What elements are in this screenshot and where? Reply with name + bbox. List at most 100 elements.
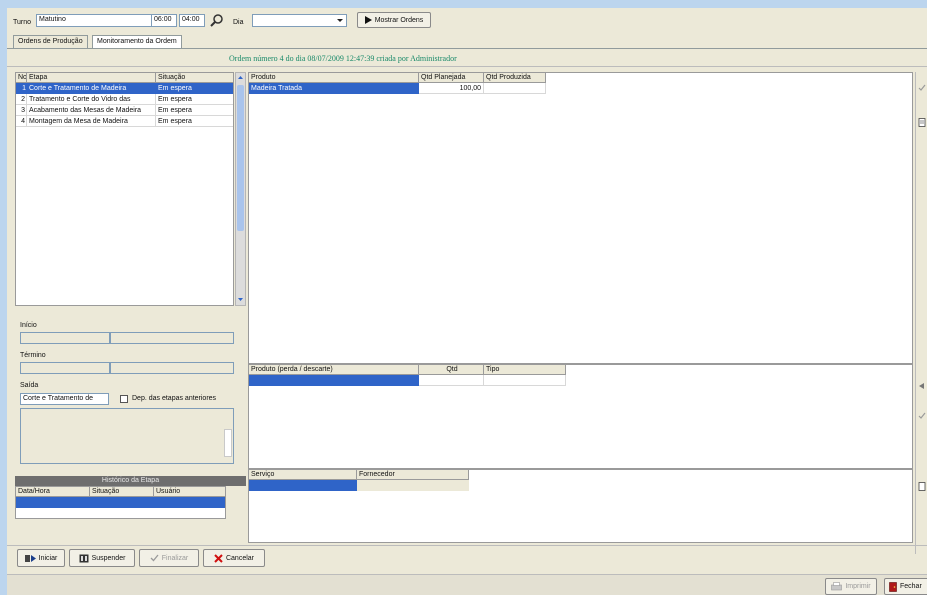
col-etapa[interactable]: Etapa xyxy=(27,73,156,83)
close-icon xyxy=(214,553,223,563)
imprimir-button[interactable]: Imprimir xyxy=(825,578,877,595)
col-qtd[interactable]: Qtd xyxy=(419,365,484,375)
col-produto-perda[interactable]: Produto (perda / descarte) xyxy=(249,365,419,375)
saida-field[interactable]: Corte e Tratamento de xyxy=(20,393,109,405)
start-icon xyxy=(24,554,36,563)
cell-no: 3 xyxy=(16,105,27,116)
title-divider xyxy=(7,66,927,67)
table-row[interactable] xyxy=(249,375,566,386)
table-row[interactable] xyxy=(249,480,469,491)
fechar-label: Fechar xyxy=(900,583,922,590)
mostrar-ordens-button[interactable]: Mostrar Ordens xyxy=(357,12,431,28)
check-icon[interactable] xyxy=(918,412,926,420)
cell-qtd xyxy=(419,375,484,386)
turno-field[interactable]: Matutino xyxy=(36,14,153,27)
table-row[interactable] xyxy=(16,497,225,508)
imprimir-label: Imprimir xyxy=(845,583,871,590)
historico-title: Histórico da Etapa xyxy=(15,476,246,486)
col-produto[interactable]: Produto xyxy=(249,73,419,83)
saida-label: Saída xyxy=(20,382,39,389)
footer-bar xyxy=(7,574,927,595)
col-tipo[interactable]: Tipo xyxy=(484,365,566,375)
tab-monitoramento[interactable]: Monitoramento da Ordem xyxy=(92,35,182,48)
cell-fornecedor xyxy=(357,480,469,491)
perdas-table: Produto (perda / descarte) Qtd Tipo xyxy=(248,364,913,469)
termino-usuario-field[interactable] xyxy=(110,362,234,374)
app-window: Turno Matutino 06:00 04:00 Dia Mostrar O… xyxy=(7,8,927,595)
table-row[interactable]: 4 Montagem da Mesa de Madeira Em espera xyxy=(16,116,233,127)
door-icon xyxy=(889,581,897,592)
produtos-table: Produto Qtd Planejada Qtd Produzida Made… xyxy=(248,72,913,364)
dia-label: Dia xyxy=(233,19,244,26)
termino-label: Término xyxy=(20,352,46,359)
cell-no: 4 xyxy=(16,116,27,127)
servicos-table: Serviço Fornecedor xyxy=(248,469,913,543)
tab-ordens-producao[interactable]: Ordens de Produção xyxy=(13,35,88,48)
finalizar-label: Finalizar xyxy=(161,554,189,562)
hora-fim-field[interactable]: 04:00 xyxy=(179,14,205,27)
order-title: Ordem número 4 do dia 08/07/2009 12:47:3… xyxy=(229,54,457,63)
col-situacao[interactable]: Situação xyxy=(156,73,233,83)
iniciar-button[interactable]: Iniciar xyxy=(17,549,65,567)
inicio-usuario-field[interactable] xyxy=(110,332,234,344)
table-row[interactable]: 1 Corte e Tratamento de Madeira Em esper… xyxy=(16,83,233,94)
col-servico[interactable]: Serviço xyxy=(249,470,357,480)
check-icon xyxy=(150,554,159,562)
chevron-up-icon[interactable] xyxy=(236,73,245,83)
cancelar-label: Cancelar xyxy=(225,554,254,562)
cell-servico xyxy=(249,480,357,491)
document-icon[interactable] xyxy=(918,482,926,491)
action-divider xyxy=(7,545,927,546)
dia-select[interactable] xyxy=(252,14,347,27)
pause-icon xyxy=(79,554,89,563)
termino-data-field[interactable] xyxy=(20,362,110,374)
table-row[interactable]: 3 Acabamento das Mesas de Madeira Em esp… xyxy=(16,105,233,116)
fechar-button[interactable]: Fechar xyxy=(884,578,927,595)
cell-produto: Madeira Tratada xyxy=(249,83,419,94)
inicio-data-field[interactable] xyxy=(20,332,110,344)
dep-checkbox[interactable] xyxy=(120,395,128,403)
col-qtd-planejada[interactable]: Qtd Planejada xyxy=(419,73,484,83)
arrow-left-icon[interactable] xyxy=(918,382,926,390)
dep-label: Dep. das etapas anteriores xyxy=(132,395,217,402)
chevron-down-icon[interactable] xyxy=(236,295,245,305)
col-usuario[interactable]: Usuário xyxy=(154,487,225,497)
right-toolbar xyxy=(915,72,927,554)
play-icon xyxy=(364,16,372,24)
scroll-thumb[interactable] xyxy=(237,85,244,231)
tab-divider xyxy=(7,48,927,49)
cell-situacao: Em espera xyxy=(156,105,233,116)
iniciar-label: Iniciar xyxy=(38,554,58,562)
col-situacao[interactable]: Situação xyxy=(90,487,154,497)
col-no[interactable]: No xyxy=(16,73,27,83)
hora-inicio-field[interactable]: 06:00 xyxy=(151,14,177,27)
mostrar-ordens-label: Mostrar Ordens xyxy=(374,16,424,24)
printer-icon xyxy=(831,582,843,591)
cell-etapa: Montagem da Mesa de Madeira xyxy=(27,116,156,127)
document-icon[interactable] xyxy=(918,118,926,127)
etapas-scrollbar[interactable] xyxy=(235,72,246,306)
col-data-hora[interactable]: Data/Hora xyxy=(16,487,90,497)
cell-produto-perda xyxy=(249,375,419,386)
cell-situacao: Em espera xyxy=(158,85,192,92)
table-row[interactable]: Madeira Tratada 100,00 xyxy=(249,83,546,94)
col-fornecedor[interactable]: Fornecedor xyxy=(357,470,469,480)
table-row[interactable]: 2 Tratamento e Corte do Vidro das Em esp… xyxy=(16,94,233,105)
inicio-label: Início xyxy=(20,322,37,329)
cell-situacao: Em espera xyxy=(156,116,233,127)
suspender-button[interactable]: Suspender xyxy=(69,549,135,567)
etapas-table: No Etapa Situação 1 Corte e Tratamento d… xyxy=(15,72,234,306)
finalizar-button[interactable]: Finalizar xyxy=(139,549,199,567)
historico-table: Data/Hora Situação Usuário xyxy=(15,486,226,519)
chevron-down-icon[interactable] xyxy=(334,15,346,26)
cell-etapa: Tratamento e Corte do Vidro das xyxy=(27,94,156,105)
search-icon[interactable] xyxy=(210,13,224,27)
cancelar-button[interactable]: Cancelar xyxy=(203,549,265,567)
textarea-scrollbar[interactable] xyxy=(224,429,232,457)
check-icon[interactable] xyxy=(918,84,926,92)
cell-tipo xyxy=(484,375,566,386)
observacao-textarea[interactable] xyxy=(20,408,234,464)
col-qtd-produzida[interactable]: Qtd Produzida xyxy=(484,73,546,83)
cell-no: 1 xyxy=(22,85,26,92)
cell-qtd-produzida xyxy=(484,83,546,94)
